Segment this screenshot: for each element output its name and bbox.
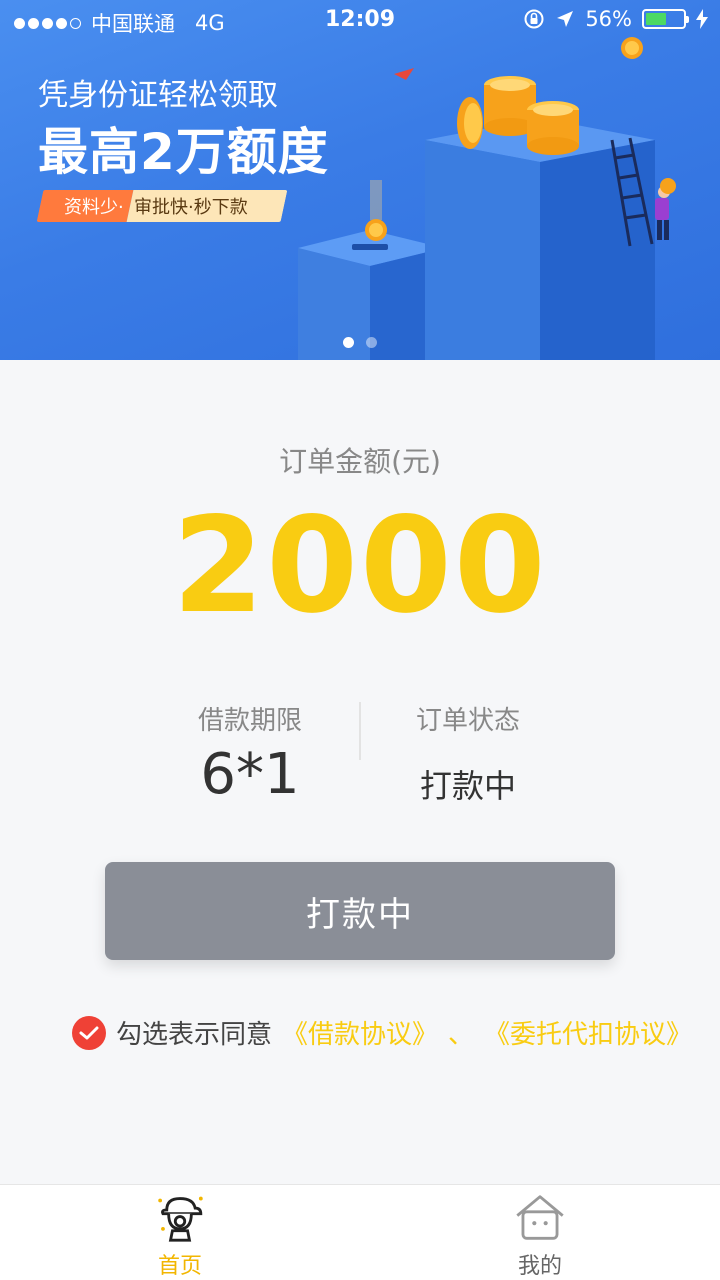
carousel-dot[interactable] xyxy=(343,337,354,348)
tab-home-label: 首页 xyxy=(157,1254,202,1279)
loan-term-value: 6*1 xyxy=(200,742,300,807)
info-divider xyxy=(359,702,361,760)
home-mascot-icon xyxy=(158,1196,203,1242)
banner-tag-part1: 资料少· xyxy=(64,197,124,218)
order-status-block: 订单状态 打款中 xyxy=(368,700,568,807)
location-arrow-icon xyxy=(557,11,574,27)
promo-banner[interactable]: 中国联通 4G 12:09 56% 凭身份证轻松领取 最高2万额度 资料少· 审 xyxy=(0,0,720,360)
tab-bar: 首页 我的 xyxy=(0,1184,720,1280)
banner-tag-part2: 审批快·秒下款 xyxy=(133,197,248,218)
banner-subtitle: 凭身份证轻松领取 xyxy=(38,78,278,113)
profile-house-icon xyxy=(516,1195,564,1240)
disbursing-button[interactable]: 打款中 xyxy=(105,862,615,960)
carousel-dot[interactable] xyxy=(366,337,377,348)
banner-tag-rest: 审批快·秒下款 xyxy=(126,190,288,222)
loan-agreement-link[interactable]: 《借款协议》 xyxy=(282,1014,438,1051)
agreement-separator: 、 xyxy=(448,1020,475,1050)
battery-icon xyxy=(642,9,689,29)
tab-home[interactable]: 首页 xyxy=(0,1185,360,1280)
agreement-text: 勾选表示同意 xyxy=(116,1020,273,1050)
check-icon xyxy=(79,1026,99,1039)
tab-mine[interactable]: 我的 xyxy=(360,1185,720,1280)
rotation-lock-icon xyxy=(524,9,544,29)
charging-bolt-icon xyxy=(696,9,708,29)
debit-authorization-link[interactable]: 《委托代扣协议》 xyxy=(484,1014,692,1051)
carousel-dots xyxy=(0,337,720,348)
amount-value: 2000 xyxy=(172,489,548,643)
amount-label: 订单金额(元) xyxy=(279,445,441,478)
banner-tag: 资料少· 审批快·秒下款 xyxy=(36,190,288,222)
battery-percent: 56% xyxy=(585,7,632,31)
status-bar: 中国联通 4G 12:09 56% xyxy=(0,0,720,40)
order-status-label: 订单状态 xyxy=(415,706,520,736)
loan-term-label: 借款期限 xyxy=(197,706,302,736)
banner-tag-highlight: 资料少· xyxy=(36,190,134,222)
banner-title: 最高2万额度 xyxy=(38,123,329,181)
status-right: 56% xyxy=(523,7,708,31)
order-status-value: 打款中 xyxy=(419,767,516,805)
checkbox-checked-icon[interactable] xyxy=(72,1015,106,1050)
agreement-row: 勾选表示同意 《借款协议》 、 《委托代扣协议》 xyxy=(72,1014,692,1051)
battery-fill xyxy=(646,13,667,25)
loan-term-block: 借款期限 6*1 xyxy=(150,700,350,803)
tab-mine-label: 我的 xyxy=(517,1254,562,1279)
